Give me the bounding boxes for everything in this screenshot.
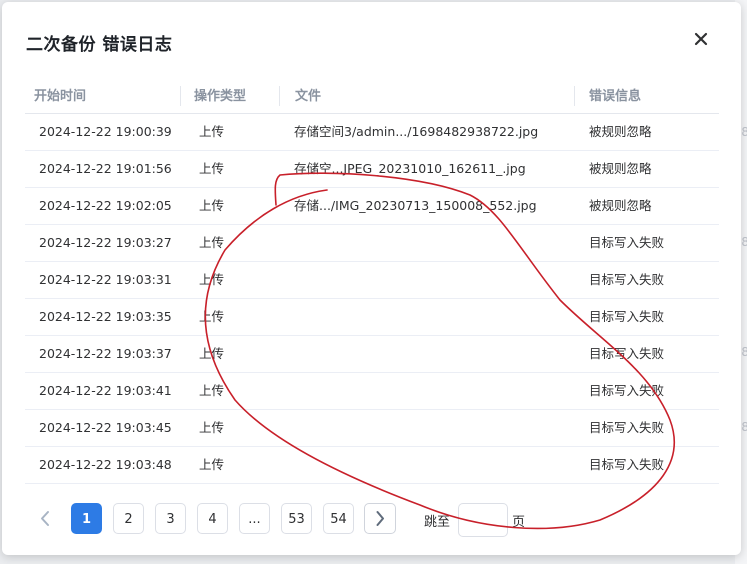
cell-start-time: 2024-12-22 19:00:39 [39,124,172,139]
cell-start-time: 2024-12-22 19:03:45 [39,420,172,435]
header-divider [180,86,181,106]
chevron-left-icon[interactable] [30,503,61,534]
cell-error-info: 目标写入失败 [589,309,665,324]
header-file[interactable]: 文件 [295,88,321,106]
chevron-right-icon[interactable] [364,503,396,534]
cell-operation-type: 上传 [199,272,225,287]
cell-operation-type: 上传 [199,420,225,435]
cell-error-info: 被规则忽略 [589,161,652,176]
cell-operation-type: 上传 [199,198,225,213]
page-button[interactable]: 1 [71,503,102,534]
header-error-info[interactable]: 错误信息 [589,88,641,106]
cell-file: 存储空...JPEG_20231010_162611_.jpg [294,161,526,176]
page-ellipsis[interactable]: ... [239,503,270,534]
cell-error-info: 目标写入失败 [589,457,665,472]
cell-start-time: 2024-12-22 19:03:48 [39,457,172,472]
cell-operation-type: 上传 [199,309,225,324]
cell-file: 存储.../IMG_20230713_150008_552.jpg [294,198,537,213]
table-row: 2024-12-22 19:01:56 上传 存储空...JPEG_20231010… [25,151,719,188]
table-row: 2024-12-22 19:02:05 上传 存储.../IMG_20230713_… [25,188,719,225]
page-button[interactable]: 2 [113,503,144,534]
table-row: 2024-12-22 19:03:37 上传 目标写入失败 [25,336,719,373]
error-log-table: 开始时间 操作类型 文件 错误信息 2024-12-22 19:00:39 上传存… [25,78,719,484]
cell-operation-type: 上传 [199,346,225,361]
close-icon[interactable] [690,28,712,50]
cell-error-info: 被规则忽略 [589,198,652,213]
error-log-dialog: 二次备份 错误日志 开始时间 操作类型 文件 错误信息 2024-12-22 1… [2,2,741,555]
cell-error-info: 目标写入失败 [589,383,665,398]
page-button[interactable]: 4 [197,503,228,534]
page-button[interactable]: 53 [281,503,312,534]
table-body: 2024-12-22 19:00:39 上传 存储空间3/admin.../1698… [25,114,719,484]
dialog-title: 二次备份 错误日志 [26,35,173,55]
page-button[interactable]: 54 [323,503,354,534]
cell-operation-type: 上传 [199,383,225,398]
cell-error-info: 被规则忽略 [589,124,652,139]
page-jump-input[interactable] [458,503,508,537]
cell-start-time: 2024-12-22 19:03:41 [39,383,172,398]
table-header: 开始时间 操作类型 文件 错误信息 [25,78,719,114]
table-row: 2024-12-22 19:03:41 上传 目标写入失败 [25,373,719,410]
cell-error-info: 目标写入失败 [589,346,665,361]
header-divider [279,86,280,106]
table-row: 2024-12-22 19:00:39 上传 存储空间3/admin.../1698… [25,114,719,151]
cell-operation-type: 上传 [199,124,225,139]
cell-file: 存储空间3/admin.../1698482938722.jpg [294,124,539,139]
cell-error-info: 目标写入失败 [589,272,665,287]
table-row: 2024-12-22 19:03:27 上传 目标写入失败 [25,225,719,262]
table-row: 2024-12-22 19:03:45 上传 目标写入失败 [25,410,719,447]
cell-error-info: 目标写入失败 [589,420,665,435]
cell-start-time: 2024-12-22 19:03:35 [39,309,172,324]
header-operation-type[interactable]: 操作类型 [194,88,246,106]
cell-start-time: 2024-12-22 19:03:37 [39,346,172,361]
cell-operation-type: 上传 [199,161,225,176]
table-row: 2024-12-22 19:03:31 上传 目标写入失败 [25,262,719,299]
jump-label: 跳至 [424,515,451,530]
table-row: 2024-12-22 19:03:48 上传 目标写入失败 [25,447,719,484]
header-start-time[interactable]: 开始时间 [34,88,86,106]
cell-operation-type: 上传 [199,457,225,472]
cell-operation-type: 上传 [199,235,225,250]
jump-suffix: 页 [512,515,526,530]
header-divider [574,86,575,106]
table-row: 2024-12-22 19:03:35 上传 目标写入失败 [25,299,719,336]
pagination: 1 2 3 4... 53 54 跳至 页 [2,503,741,539]
cell-error-info: 目标写入失败 [589,235,665,250]
page-button[interactable]: 3 [155,503,186,534]
cell-start-time: 2024-12-22 19:03:27 [39,235,172,250]
cell-start-time: 2024-12-22 19:02:05 [39,198,172,213]
cell-start-time: 2024-12-22 19:01:56 [39,161,172,176]
cell-start-time: 2024-12-22 19:03:31 [39,272,172,287]
